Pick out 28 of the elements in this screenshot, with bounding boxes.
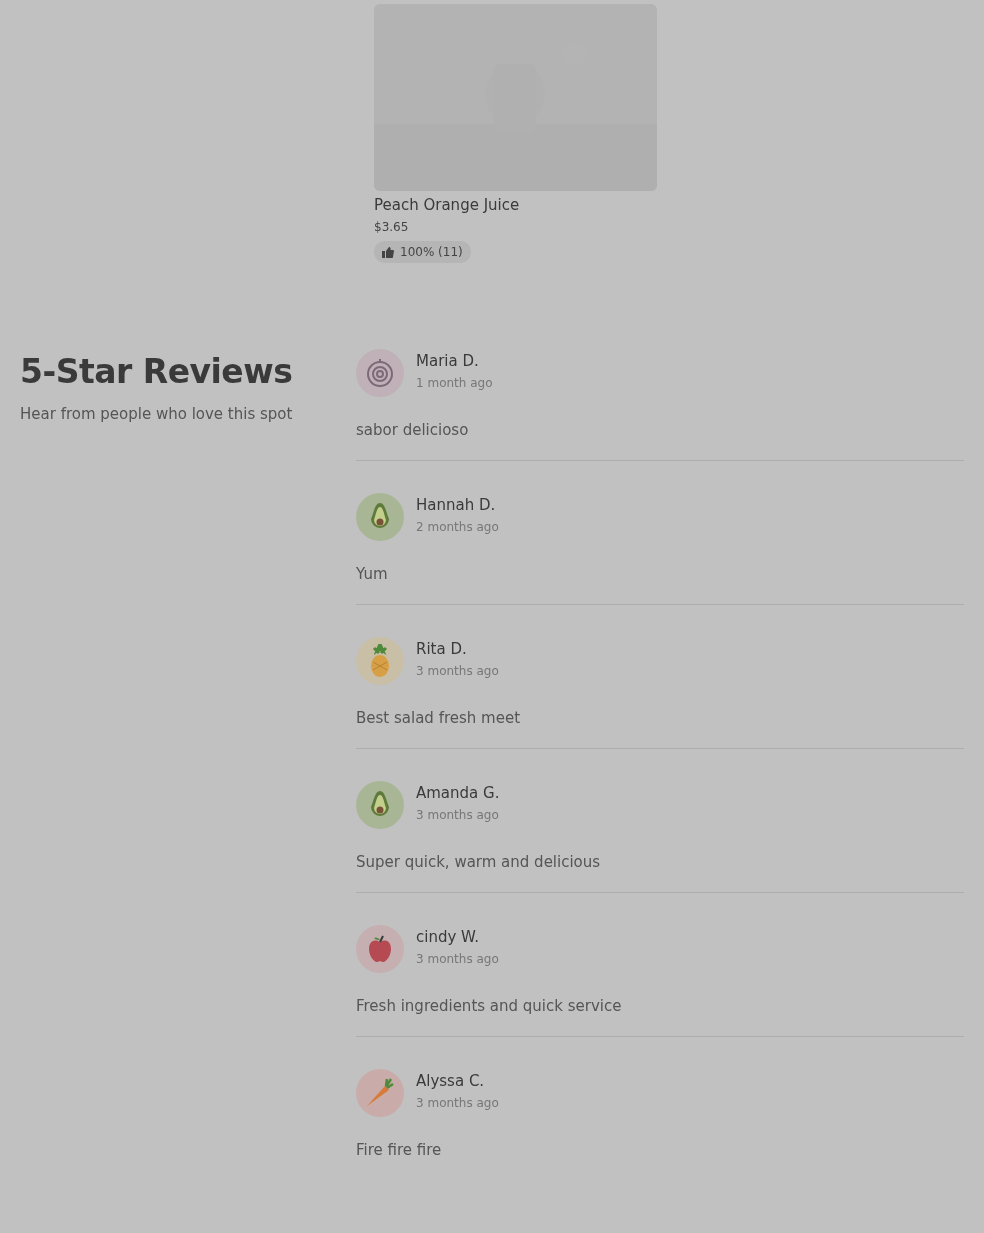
review-text: Best salad fresh meet — [356, 709, 522, 727]
carrot-icon — [365, 1078, 395, 1108]
reviewer-name: Alyssa C. — [416, 1072, 486, 1090]
review-time: 1 month ago — [416, 376, 493, 390]
reviewer-name: Hannah D. — [416, 496, 497, 514]
section-title: 5-Star Reviews — [20, 352, 294, 391]
product-price: $3.65 — [374, 220, 409, 234]
review-time: 2 months ago — [416, 520, 499, 534]
onion-icon — [366, 358, 394, 388]
thumbs-up-icon — [382, 246, 394, 258]
review-time: 3 months ago — [416, 664, 499, 678]
reviewer-name: Rita D. — [416, 640, 468, 658]
rating-text: 100% (11) — [400, 245, 463, 259]
section-subtitle: Hear from people who love this spot — [20, 405, 294, 423]
reviewer-name: Amanda G. — [416, 784, 500, 802]
apple-icon — [367, 935, 393, 963]
product-name: Peach Orange Juice — [374, 196, 520, 214]
review-time: 3 months ago — [416, 952, 499, 966]
review-text: sabor delicioso — [356, 421, 470, 439]
review-time: 3 months ago — [416, 808, 500, 822]
review-text: Yum — [356, 565, 389, 583]
review-text: Super quick, warm and delicious — [356, 853, 602, 871]
pineapple-icon — [369, 644, 391, 678]
reviewer-name: Maria D. — [416, 352, 480, 370]
review-text: Fresh ingredients and quick service — [356, 997, 623, 1015]
review-time: 3 months ago — [416, 1096, 499, 1110]
review-text: Fire fire fire — [356, 1141, 443, 1159]
reviewer-name: cindy W. — [416, 928, 480, 946]
